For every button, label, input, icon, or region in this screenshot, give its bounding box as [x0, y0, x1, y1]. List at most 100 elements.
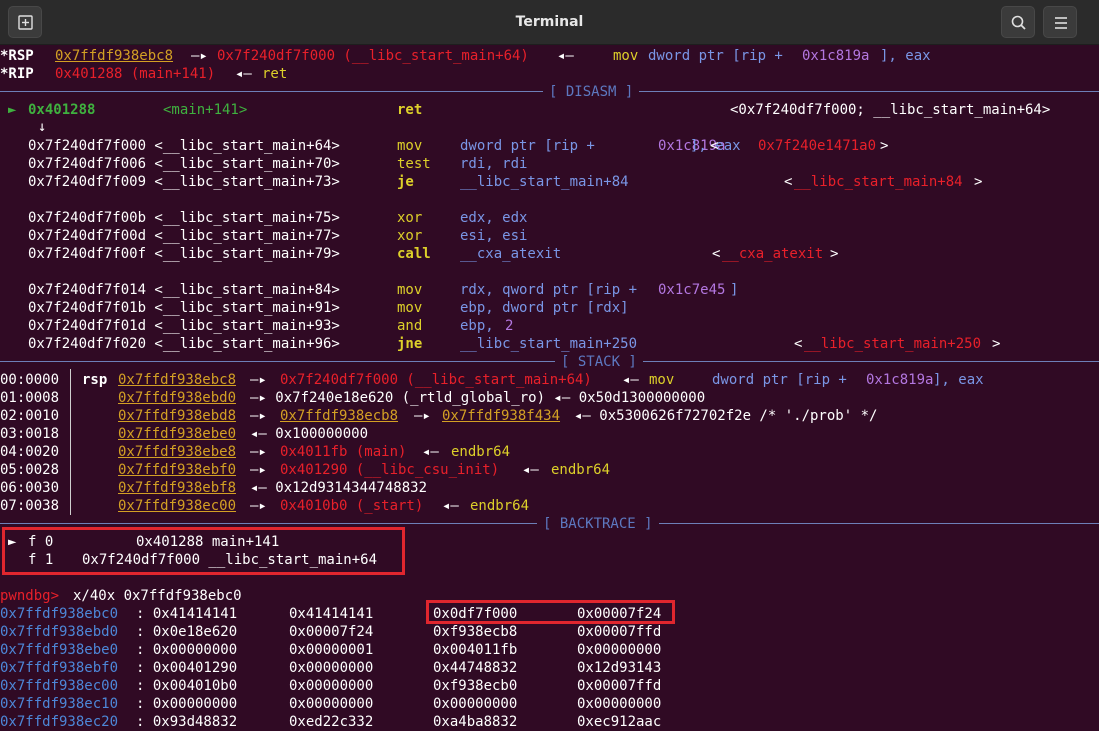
terminal-text-segment: pwndbg> — [0, 588, 60, 604]
terminal-text-segment: : 0x00000000 — [136, 696, 238, 712]
terminal-line: 0x7ffdf938ebe0: 0x00000000 0x00000001 0x00… — [0, 641, 1099, 659]
terminal-text-segment: 0x7ffdf938ecb8 — [280, 408, 399, 424]
stack-label: [ STACK ] — [555, 353, 643, 371]
terminal-text-segment: ebp, — [460, 318, 503, 334]
terminal-text-segment: 0x7ffdf938ebd0 — [0, 624, 119, 640]
terminal-line: 0x7ffdf938ebc0: 0x41414141 0x41414141 0x0d… — [0, 605, 1099, 623]
terminal-line: 0x7f240df7f00b <__libc_start_main+75> xor… — [0, 209, 1099, 227]
terminal-text-segment: 0x4011fb (main) — [280, 444, 407, 460]
terminal-line: 07:0038 0x7ffdf938ec00 —▸ 0x4010b0 (_start)… — [0, 497, 1099, 515]
menu-button[interactable] — [1043, 6, 1077, 38]
terminal-text-segment: 0x401288 main+141 — [136, 534, 280, 550]
terminal-text-segment: > — [830, 246, 839, 262]
terminal-line: 0x7f240df7f01b <__libc_start_main+91> mov… — [0, 299, 1099, 317]
terminal-text-segment: : 0x00401290 — [136, 660, 238, 676]
terminal-text-segment: 0x00000000 — [289, 678, 374, 694]
terminal-text-segment: ◂— — [422, 444, 439, 460]
terminal-text-segment: < — [784, 174, 793, 190]
terminal-text-segment: ] — [730, 282, 739, 298]
terminal-text-segment: 0x7f240df7f009 <__libc_start_main+73> — [28, 174, 340, 190]
terminal-line: 0x7ffdf938ec10: 0x00000000 0x00000000 0x00… — [0, 695, 1099, 713]
terminal-text-segment: ◂— — [557, 48, 574, 64]
terminal-text-segment: 0x7ffdf938ebd8 — [118, 408, 237, 424]
terminal-text-segment: 0x7ffdf938ebc0 — [0, 606, 119, 622]
terminal-text-segment: 0x7ffdf938ebc8 — [55, 48, 174, 64]
search-button[interactable] — [1001, 6, 1035, 38]
terminal-line: *RSP 0x7ffdf938ebc8 —▸ 0x7f240df7f000 (__li… — [0, 47, 1099, 65]
terminal-text-segment: mov — [613, 48, 639, 64]
terminal-text-segment: —▸ — [250, 498, 267, 514]
terminal-line: 0x7f240df7f009 <__libc_start_main+73> je _… — [0, 173, 1099, 191]
terminal-text-segment: rdi, rdi — [460, 156, 528, 172]
terminal-text-segment: 01:0008 — [0, 390, 60, 406]
terminal-text-segment: je — [397, 174, 414, 190]
terminal-text-segment: 0x7f240df7f01b <__libc_start_main+91> — [28, 300, 340, 316]
terminal-text-segment: *RIP — [0, 66, 34, 82]
terminal-text-segment: endbr64 — [551, 462, 611, 478]
terminal-text-segment: ret — [262, 66, 288, 82]
terminal-text-segment: <main+141> — [163, 102, 248, 118]
terminal-text-segment: 0x7f240df7f00d <__libc_start_main+77> — [28, 228, 340, 244]
terminal-line: 00:0000 rsp 0x7ffdf938ebc8 —▸ 0x7f240df7f000… — [0, 371, 1099, 389]
terminal-text-segment: —▸ — [250, 408, 267, 424]
terminal-line: 02:0010 0x7ffdf938ebd8 —▸ 0x7ffdf938ecb8 —▸ 0… — [0, 407, 1099, 425]
terminal-line: 0x7ffdf938ec20: 0x93d48832 0xed22c332 0xa4… — [0, 713, 1099, 731]
terminal-text-segment: 06:0030 — [0, 480, 60, 496]
terminal-text-segment: __cxa_atexit — [722, 246, 824, 262]
terminal-output[interactable]: [ DISASM ] [ STACK ] [ BACKTRACE ] *RSP 0… — [0, 45, 1099, 731]
window-title: Terminal — [515, 14, 584, 30]
terminal-text-segment: 0x00000000 — [433, 696, 518, 712]
terminal-text-segment: 0x7f240df7f00b <__libc_start_main+75> — [28, 210, 340, 226]
terminal-text-segment: <0x7f240df7f000; __libc_start_main+64> — [730, 102, 1051, 118]
terminal-text-segment: rsp — [82, 372, 108, 388]
terminal-text-segment: ► — [8, 534, 17, 550]
terminal-line: 06:0030 0x7ffdf938ebf8 ◂— 0x12d93143447488… — [0, 479, 1099, 497]
terminal-line: 0x7f240df7f00f <__libc_start_main+79> cal… — [0, 245, 1099, 263]
terminal-text-segment: x/40x 0x7ffdf938ebc0 — [73, 588, 242, 604]
terminal-line: 0x7f240df7f00d <__libc_start_main+77> xor… — [0, 227, 1099, 245]
terminal-text-segment: 0x00007f24 — [577, 606, 662, 622]
terminal-text-segment: 0x1c7e45 — [658, 282, 726, 298]
terminal-line: 0x7ffdf938ebf0: 0x00401290 0x00000000 0x44… — [0, 659, 1099, 677]
terminal-line: 0x7f240df7f01d <__libc_start_main+93> and… — [0, 317, 1099, 335]
terminal-text-segment: 0x1c819a — [866, 372, 934, 388]
terminal-text-segment: : 0x41414141 — [136, 606, 238, 622]
terminal-text-segment: 0x7f240df7f000 __libc_start_main+64 — [82, 552, 378, 568]
terminal-text-segment: rdx, qword ptr [rip + — [460, 282, 646, 298]
terminal-text-segment: 0x7f240df7f000 <__libc_start_main+64> — [28, 138, 340, 154]
terminal-text-segment: < — [794, 336, 803, 352]
terminal-text-segment: : 0x0e18e620 — [136, 624, 238, 640]
terminal-text-segment: xor — [397, 210, 423, 226]
terminal-text-segment: > — [992, 336, 1001, 352]
terminal-text-segment: mov — [397, 300, 423, 316]
terminal-text-segment: 0x401288 (main+141) — [55, 66, 216, 82]
terminal-text-segment: 0x00000001 — [289, 642, 374, 658]
terminal-text-segment: mov — [397, 138, 423, 154]
terminal-text-segment: 0x7ffdf938ec00 — [0, 678, 119, 694]
terminal-text-segment: 2 — [505, 318, 514, 334]
terminal-text-segment: 0x7ffdf938ebe0 — [118, 426, 237, 442]
terminal-text-segment: > — [880, 138, 889, 154]
terminal-text-segment: f 1 — [28, 552, 54, 568]
terminal-line: 05:0028 0x7ffdf938ebf0 —▸ 0x401290 (__libc_… — [0, 461, 1099, 479]
terminal-text-segment: 0x7f240df7f01d <__libc_start_main+93> — [28, 318, 340, 334]
terminal-text-segment: 0x0df7f000 — [433, 606, 518, 622]
terminal-line: 0x7f240df7f014 <__libc_start_main+84> mov… — [0, 281, 1099, 299]
terminal-line: 0x7ffdf938ec00: 0x004010b0 0x00000000 0xf9… — [0, 677, 1099, 695]
terminal-text-segment: *RSP — [0, 48, 34, 64]
terminal-text-segment: dword ptr [rip + — [460, 138, 604, 154]
terminal-text-segment: —▸ — [250, 372, 267, 388]
terminal-text-segment: 0x7f240df7f00f <__libc_start_main+79> — [28, 246, 340, 262]
terminal-text-segment: 0x401288 — [28, 102, 96, 118]
terminal-text-segment: __libc_start_main+250 — [460, 336, 638, 352]
terminal-text-segment: esi, esi — [460, 228, 528, 244]
terminal-line: f 1 0x7f240df7f000 __libc_start_main+64 — [0, 551, 1099, 569]
terminal-text-segment: 0x7f240df7f006 <__libc_start_main+70> — [28, 156, 340, 172]
terminal-text-segment: 0x00000000 — [289, 660, 374, 676]
terminal-text-segment: 0x4010b0 (_start) — [280, 498, 424, 514]
terminal-text-segment: __libc_start_main+84 — [460, 174, 629, 190]
terminal-text-segment: < — [710, 138, 719, 154]
terminal-line: ► 0x401288 <main+141> ret <0x7f240df7f000; _… — [0, 101, 1099, 119]
terminal-text-segment: ], eax — [880, 48, 931, 64]
terminal-text-segment: ebp, dword ptr [rdx] — [460, 300, 629, 316]
